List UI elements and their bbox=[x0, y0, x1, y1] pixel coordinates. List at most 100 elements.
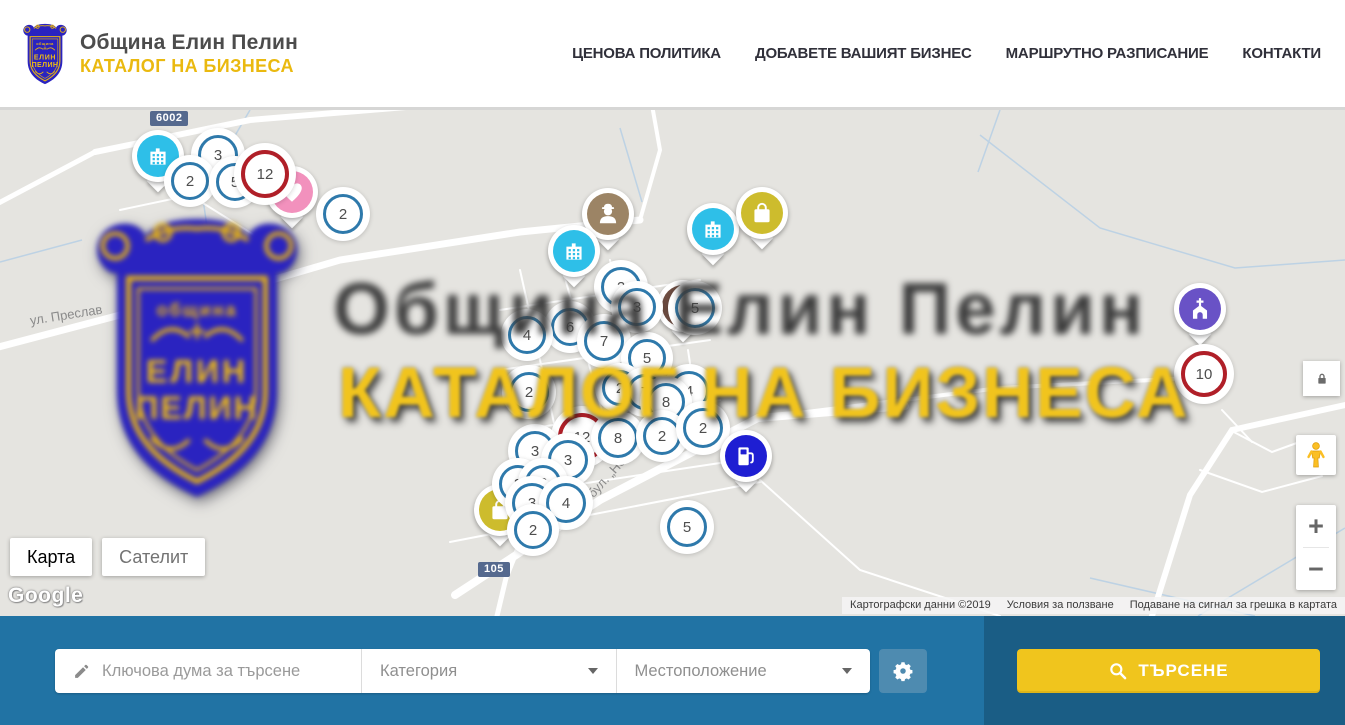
cluster-count: 2 bbox=[529, 522, 537, 539]
chevron-down-icon bbox=[842, 668, 852, 674]
map-pin-factory[interactable] bbox=[547, 225, 601, 287]
page: Община Елин Пелин КАТАЛОГ НА БИЗНЕСА ЦЕН… bbox=[0, 0, 1345, 725]
cluster-count: 10 bbox=[1196, 366, 1213, 383]
cluster-count: 3 bbox=[633, 299, 641, 316]
lock-button[interactable] bbox=[1303, 361, 1340, 396]
terms-link[interactable]: Условия за ползване bbox=[1007, 599, 1114, 611]
category-select[interactable]: Категория bbox=[361, 649, 616, 693]
map-pin-bag[interactable] bbox=[735, 187, 789, 249]
cluster-marker[interactable]: 5 bbox=[675, 288, 715, 328]
pin-category-icon bbox=[553, 230, 595, 272]
cluster-count: 7 bbox=[600, 333, 608, 350]
cluster-count: 3 bbox=[564, 452, 572, 469]
cluster-count: 2 bbox=[186, 173, 194, 190]
cluster-marker[interactable]: 2 bbox=[323, 194, 363, 234]
cluster-marker[interactable]: 2 bbox=[643, 417, 681, 455]
location-select[interactable]: Местоположение bbox=[616, 649, 871, 693]
pegman-button[interactable] bbox=[1296, 435, 1336, 475]
map-pin-factory[interactable] bbox=[686, 203, 740, 265]
pin-head bbox=[687, 203, 739, 255]
nav-item-label: КОНТАКТИ bbox=[1242, 45, 1321, 62]
category-select-label: Категория bbox=[380, 662, 457, 681]
header: Община Елин Пелин КАТАЛОГ НА БИЗНЕСА ЦЕН… bbox=[0, 0, 1345, 110]
nav-item[interactable]: МАРШРУТНО РАЗПИСАНИЕ bbox=[1006, 45, 1209, 62]
municipality-crest-icon bbox=[20, 23, 70, 85]
cluster-marker[interactable]: 2 bbox=[683, 408, 723, 448]
logo-text: Община Елин Пелин КАТАЛОГ НА БИЗНЕСА bbox=[80, 31, 298, 77]
chevron-down-icon bbox=[588, 668, 598, 674]
map-view-button[interactable]: Карта bbox=[10, 538, 92, 576]
report-error-link[interactable]: Подаване на сигнал за грешка в картата bbox=[1130, 599, 1337, 611]
advanced-settings-button[interactable] bbox=[879, 649, 927, 693]
zoom-in-button[interactable]: + bbox=[1296, 505, 1336, 547]
site-title: Община Елин Пелин bbox=[80, 31, 298, 55]
road-number-label: 105 bbox=[478, 562, 510, 577]
zoom-control: + − bbox=[1296, 505, 1336, 590]
lock-icon bbox=[1314, 371, 1330, 387]
cluster-count: 2 bbox=[616, 380, 624, 397]
cluster-count: 2 bbox=[339, 206, 347, 223]
nav-item[interactable]: КОНТАКТИ bbox=[1242, 45, 1321, 62]
cluster-count: 5 bbox=[691, 300, 699, 317]
site-subtitle: КАТАЛОГ НА БИЗНЕСА bbox=[80, 56, 298, 77]
cluster-count: 5 bbox=[643, 350, 651, 367]
site-logo[interactable]: Община Елин Пелин КАТАЛОГ НА БИЗНЕСА bbox=[20, 23, 298, 85]
pegman-icon bbox=[1304, 441, 1328, 469]
nav-item[interactable]: ЦЕНОВА ПОЛИТИКА bbox=[572, 45, 721, 62]
keyword-field-wrap bbox=[55, 649, 361, 693]
main-nav: ЦЕНОВА ПОЛИТИКА ДОБАВЕТЕ ВАШИЯТ БИЗНЕС МАР… bbox=[572, 45, 1321, 62]
road-number-text: 6002 bbox=[156, 112, 182, 124]
cluster-count: 2 bbox=[658, 428, 666, 445]
search-bar: Категория Местоположение ТЪРСЕНЕ bbox=[0, 616, 1345, 725]
cluster-count: 5 bbox=[231, 174, 239, 191]
pin-category-icon bbox=[725, 435, 767, 477]
road-number-text: 105 bbox=[484, 563, 504, 575]
nav-item-label: ДОБАВЕТЕ ВАШИЯТ БИЗНЕС bbox=[755, 45, 972, 62]
cluster-marker[interactable]: 8 bbox=[647, 383, 685, 421]
keyword-search-input[interactable] bbox=[102, 662, 347, 681]
pin-category-icon bbox=[692, 208, 734, 250]
cluster-count: 12 bbox=[257, 166, 274, 183]
cluster-marker[interactable]: 4 bbox=[546, 483, 586, 523]
satellite-view-button[interactable]: Сателит bbox=[102, 538, 205, 576]
pin-head bbox=[1174, 283, 1226, 335]
cluster-marker[interactable]: 7 bbox=[584, 321, 624, 361]
zoom-out-button[interactable]: − bbox=[1296, 548, 1336, 590]
map-pin-fuel[interactable] bbox=[719, 430, 773, 492]
search-fields-group: Категория Местоположение bbox=[55, 649, 870, 693]
pin-head bbox=[736, 187, 788, 239]
cluster-count: 6 bbox=[566, 319, 574, 336]
cluster-count: 3 bbox=[528, 495, 536, 512]
pin-head bbox=[548, 225, 600, 277]
map-attribution: Картографски данни ©2019 Условия за полз… bbox=[842, 597, 1345, 614]
cluster-marker[interactable]: 5 bbox=[628, 339, 666, 377]
map-type-control: Карта Сателит bbox=[10, 538, 205, 576]
cluster-count: 4 bbox=[523, 327, 531, 344]
search-icon bbox=[1108, 661, 1128, 681]
attribution-copyright: Картографски данни ©2019 bbox=[850, 599, 991, 611]
cluster-count: 4 bbox=[562, 495, 570, 512]
gear-icon bbox=[892, 660, 914, 682]
pin-category-icon bbox=[1179, 288, 1221, 330]
cluster-marker[interactable]: 2 bbox=[171, 162, 209, 200]
nav-item[interactable]: ДОБАВЕТЕ ВАШИЯТ БИЗНЕС bbox=[755, 45, 972, 62]
cluster-count: 8 bbox=[614, 430, 622, 447]
cluster-marker[interactable]: 2 bbox=[509, 372, 549, 412]
nav-item-label: ЦЕНОВА ПОЛИТИКА bbox=[572, 45, 721, 62]
cluster-marker[interactable]: 12 bbox=[241, 150, 289, 198]
cluster-marker[interactable]: 5 bbox=[667, 507, 707, 547]
cluster-marker[interactable]: 10 bbox=[1181, 351, 1227, 397]
cluster-marker[interactable]: 8 bbox=[598, 418, 638, 458]
cluster-count: 5 bbox=[683, 519, 691, 536]
cluster-marker[interactable]: 2 bbox=[514, 511, 552, 549]
road-number-label: 6002 bbox=[150, 111, 188, 126]
google-logo[interactable]: Google bbox=[8, 584, 83, 608]
search-submit-button[interactable]: ТЪРСЕНЕ bbox=[1017, 649, 1320, 693]
cluster-count: 8 bbox=[662, 394, 670, 411]
cluster-marker[interactable]: 3 bbox=[618, 288, 656, 326]
map-pin-church[interactable] bbox=[1173, 283, 1227, 345]
cluster-marker[interactable]: 4 bbox=[508, 316, 546, 354]
nav-item-label: МАРШРУТНО РАЗПИСАНИЕ bbox=[1006, 45, 1209, 62]
cluster-count: 4 bbox=[685, 383, 693, 400]
map-canvas[interactable]: 6002105 ул. Преславбул. „Новосел bbox=[0, 110, 1345, 616]
